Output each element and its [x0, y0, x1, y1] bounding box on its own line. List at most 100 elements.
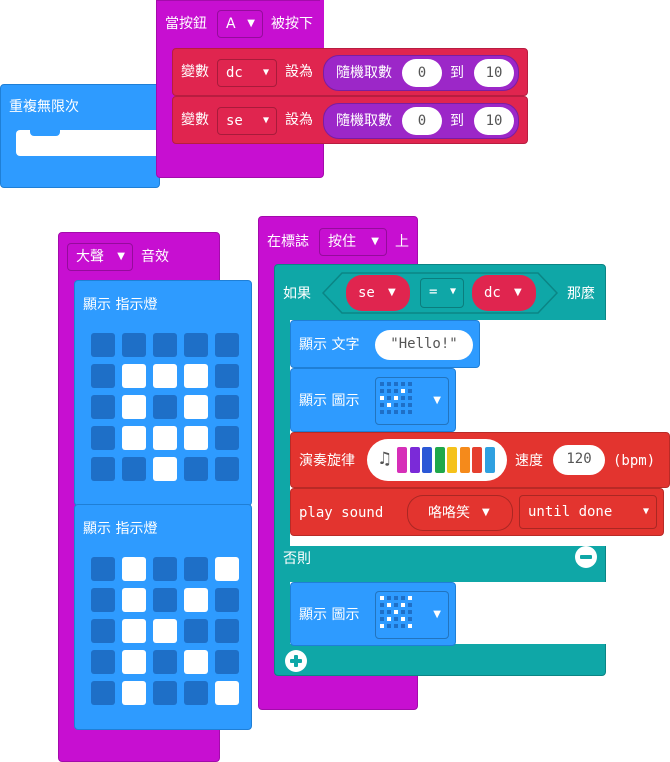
show-icon-block[interactable]: 顯示 圖示 ▼ — [290, 368, 456, 432]
random-from-input[interactable]: 0 — [402, 107, 442, 135]
grid2-led-3-1[interactable] — [122, 650, 146, 674]
grid2-led-1-0[interactable] — [91, 588, 115, 612]
grid1-led-1-2[interactable] — [153, 364, 177, 388]
grid2-led-4-1[interactable] — [122, 681, 146, 705]
grid2-led-4-4[interactable] — [215, 681, 239, 705]
button-dropdown[interactable]: A ▼ — [217, 10, 263, 38]
grid2-led-1-1[interactable] — [122, 588, 146, 612]
grid2-led-0-3[interactable] — [184, 557, 208, 581]
grid2-led-3-3[interactable] — [184, 650, 208, 674]
show-icon-label: 顯示 圖示 — [299, 393, 360, 409]
forever-label: 重複無限次 — [9, 99, 79, 115]
show-string-block[interactable]: 顯示 文字 "Hello!" — [290, 320, 480, 368]
grid2-led-4-2[interactable] — [153, 681, 177, 705]
dc-variable-dropdown[interactable]: dc ▼ — [217, 59, 277, 87]
grid1-led-2-3[interactable] — [184, 395, 208, 419]
comparison-operator-dropdown[interactable]: = ▼ — [420, 278, 464, 308]
grid2-led-1-3[interactable] — [184, 588, 208, 612]
show-icon-block-else[interactable]: 顯示 圖示 ▼ — [290, 582, 456, 646]
led-grid-2[interactable] — [91, 557, 247, 713]
grid2-led-0-4[interactable] — [215, 557, 239, 581]
random-from-input[interactable]: 0 — [402, 59, 442, 87]
remove-else-button[interactable] — [575, 546, 597, 568]
logo-gesture-dropdown[interactable]: 按住 ▼ — [319, 228, 387, 256]
grid1-led-3-4[interactable] — [215, 426, 239, 450]
grid1-led-0-4[interactable] — [215, 333, 239, 357]
grid2-led-0-1[interactable] — [122, 557, 146, 581]
grid1-led-2-1[interactable] — [122, 395, 146, 419]
grid1-led-2-2[interactable] — [153, 395, 177, 419]
grid1-led-3-1[interactable] — [122, 426, 146, 450]
set-se-block[interactable]: 變數 se ▼ 設為 隨機取數 0 到 10 — [172, 96, 528, 144]
grid1-led-2-4[interactable] — [215, 395, 239, 419]
grid1-led-1-4[interactable] — [215, 364, 239, 388]
grid2-led-1-4[interactable] — [215, 588, 239, 612]
melody-note-5 — [459, 447, 470, 473]
grid2-led-2-1[interactable] — [122, 619, 146, 643]
grid2-led-2-2[interactable] — [153, 619, 177, 643]
string-input[interactable]: "Hello!" — [375, 330, 473, 360]
grid1-led-1-1[interactable] — [122, 364, 146, 388]
grid1-led-4-0[interactable] — [91, 457, 115, 481]
grid1-led-3-2[interactable] — [153, 426, 177, 450]
icon-pixel — [408, 603, 412, 607]
grid1-led-1-0[interactable] — [91, 364, 115, 388]
sound-level-dropdown[interactable]: 大聲 ▼ — [67, 243, 133, 271]
left-var-pill[interactable]: se ▼ — [346, 275, 410, 311]
led-grid-1[interactable] — [91, 333, 247, 489]
show-leds-label: 顯示 指示燈 — [83, 521, 158, 537]
grid2-led-3-2[interactable] — [153, 650, 177, 674]
icon-pixel — [394, 396, 398, 400]
grid2-led-3-0[interactable] — [91, 650, 115, 674]
icon-dropdown[interactable]: ▼ — [375, 591, 449, 639]
then-keyword: 那麼 — [567, 286, 595, 302]
grid2-led-2-3[interactable] — [184, 619, 208, 643]
random-block-se[interactable]: 隨機取數 0 到 10 — [323, 103, 519, 139]
grid1-led-4-4[interactable] — [215, 457, 239, 481]
if-keyword: 如果 — [283, 286, 311, 302]
melody-editor[interactable]: ♫ — [367, 439, 507, 481]
grid2-led-1-2[interactable] — [153, 588, 177, 612]
se-variable-dropdown[interactable]: se ▼ — [217, 107, 277, 135]
grid1-led-3-3[interactable] — [184, 426, 208, 450]
grid1-led-0-3[interactable] — [184, 333, 208, 357]
show-leds-block-2[interactable]: 顯示 指示燈 — [74, 504, 252, 730]
melody-note-0 — [397, 447, 407, 473]
random-to-input[interactable]: 10 — [474, 59, 514, 87]
tempo-input[interactable]: 120 — [553, 445, 605, 475]
chevron-down-icon: ▼ — [117, 251, 125, 262]
grid1-led-0-1[interactable] — [122, 333, 146, 357]
show-leds-block-1[interactable]: 顯示 指示燈 — [74, 280, 252, 506]
on-button-right-extension — [320, 0, 324, 48]
random-block-dc[interactable]: 隨機取數 0 到 10 — [323, 55, 519, 91]
grid1-led-0-0[interactable] — [91, 333, 115, 357]
add-else-if-button[interactable] — [285, 650, 307, 672]
icon-pixel — [394, 382, 398, 386]
right-var-pill[interactable]: dc ▼ — [472, 275, 536, 311]
play-sound-block[interactable]: play sound 咯咯笑 ▼ until done ▼ — [290, 488, 664, 536]
random-to-input[interactable]: 10 — [474, 107, 514, 135]
grid1-led-4-2[interactable] — [153, 457, 177, 481]
grid2-led-3-4[interactable] — [215, 650, 239, 674]
grid2-led-2-4[interactable] — [215, 619, 239, 643]
grid1-led-4-1[interactable] — [122, 457, 146, 481]
grid1-led-3-0[interactable] — [91, 426, 115, 450]
set-dc-block[interactable]: 變數 dc ▼ 設為 隨機取數 0 到 10 — [172, 48, 528, 96]
grid2-led-4-0[interactable] — [91, 681, 115, 705]
until-done-dropdown[interactable]: until done ▼ — [519, 495, 657, 529]
grid2-led-0-0[interactable] — [91, 557, 115, 581]
icon-pixel — [401, 617, 405, 621]
grid1-led-4-3[interactable] — [184, 457, 208, 481]
icon-pixel — [387, 624, 391, 628]
icon-pixel — [401, 389, 405, 393]
grid1-led-2-0[interactable] — [91, 395, 115, 419]
grid2-led-2-0[interactable] — [91, 619, 115, 643]
icon-dropdown[interactable]: ▼ — [375, 377, 449, 425]
grid2-led-4-3[interactable] — [184, 681, 208, 705]
melody-note-1 — [409, 447, 420, 473]
grid1-led-0-2[interactable] — [153, 333, 177, 357]
grid1-led-1-3[interactable] — [184, 364, 208, 388]
play-melody-block[interactable]: 演奏旋律 ♫ 速度 120 (bpm) — [290, 432, 670, 488]
sound-choice-pill[interactable]: 咯咯笑 ▼ — [407, 495, 513, 531]
grid2-led-0-2[interactable] — [153, 557, 177, 581]
